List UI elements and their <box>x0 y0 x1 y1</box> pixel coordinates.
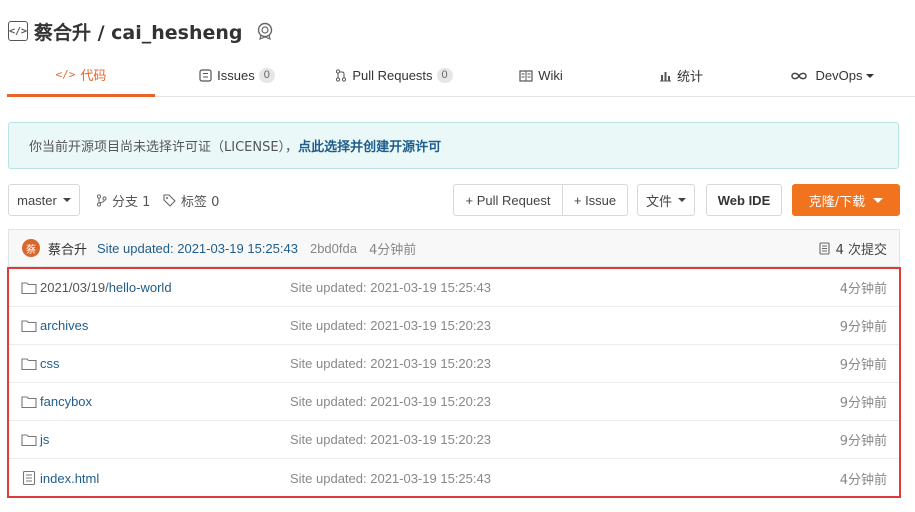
tag-icon <box>163 193 176 207</box>
file-commit-time: 9分钟前 <box>839 434 887 449</box>
create-license-link[interactable]: 点此选择并创建开源许可 <box>298 136 441 155</box>
file-commit-message[interactable]: Site updated: 2021-03-19 15:25:43 <box>290 471 491 486</box>
file-name-link[interactable]: 2021/03/19/hello-world <box>40 280 172 295</box>
chevron-down-icon <box>678 198 686 202</box>
stats-icon <box>659 70 672 82</box>
commits-icon <box>819 241 830 255</box>
repo-title[interactable]: 蔡合升 / cai_hesheng <box>34 18 243 45</box>
code-icon: </> <box>8 21 28 41</box>
tab-issues[interactable]: Issues 0 <box>155 54 319 97</box>
award-badge-icon[interactable] <box>255 21 275 41</box>
tab-wiki[interactable]: Wiki <box>469 54 613 97</box>
tab-label: Issues <box>217 68 255 83</box>
repo-toolbar: master 分支 1 标签 0 + Pull Request + Issue … <box>8 184 900 216</box>
file-name-link[interactable]: js <box>40 432 49 447</box>
commit-count: 4 次提交 <box>835 242 887 258</box>
commit-time: 4分钟前 <box>368 242 417 258</box>
branches-link[interactable]: 分支 1 <box>96 184 150 216</box>
branch-label: master <box>17 192 57 208</box>
code-icon: </> <box>55 67 76 81</box>
file-icon <box>21 470 37 486</box>
file-name-link[interactable]: fancybox <box>40 394 92 409</box>
file-path-prefix: 2021/03/19/ <box>40 280 109 295</box>
tab-devops[interactable]: DevOps <box>749 54 915 97</box>
list-item[interactable]: js Site updated: 2021-03-19 15:20:23 9分钟… <box>9 421 899 459</box>
folder-icon <box>21 356 37 372</box>
tab-code[interactable]: </> 代码 <box>7 54 155 97</box>
file-commit-message[interactable]: Site updated: 2021-03-19 15:25:43 <box>290 280 491 295</box>
file-name-link[interactable]: css <box>40 356 60 371</box>
file-commit-message[interactable]: Site updated: 2021-03-19 15:20:23 <box>290 394 491 409</box>
file-commit-message[interactable]: Site updated: 2021-03-19 15:20:23 <box>290 432 491 447</box>
count-badge: 0 <box>436 68 453 83</box>
latest-commit-bar: 蔡 蔡合升 Site updated: 2021-03-19 15:25:43 … <box>8 229 900 267</box>
file-commit-time: 9分钟前 <box>839 358 887 373</box>
issues-icon <box>199 69 212 82</box>
folder-icon <box>21 318 37 334</box>
chevron-down-icon <box>62 198 71 202</box>
list-item[interactable]: css Site updated: 2021-03-19 15:20:23 9分… <box>9 345 899 383</box>
branches-count: 分支 1 <box>112 194 151 210</box>
repo-tabs: </> 代码 Issues 0 Pull Requests 0 Wiki 统计 … <box>7 54 915 97</box>
tab-label: DevOps <box>815 68 863 83</box>
commit-count-link[interactable]: 4 次提交 <box>819 230 887 266</box>
tab-stats[interactable]: 统计 <box>613 54 749 97</box>
tags-link[interactable]: 标签 0 <box>163 184 219 216</box>
folder-icon <box>21 394 37 410</box>
file-commit-time: 4分钟前 <box>839 282 887 297</box>
notice-text: 你当前开源项目尚未选择许可证（LICENSE）， <box>29 140 299 155</box>
list-item[interactable]: fancybox Site updated: 2021-03-19 15:20:… <box>9 383 899 421</box>
avatar[interactable]: 蔡 <box>22 239 40 257</box>
web-ide-button[interactable]: Web IDE <box>706 184 782 216</box>
devops-icon <box>790 71 808 81</box>
list-item[interactable]: 2021/03/19/hello-world Site updated: 202… <box>9 269 899 307</box>
folder-icon <box>21 432 37 448</box>
count-badge: 0 <box>258 68 275 83</box>
new-issue-button[interactable]: + Issue <box>562 184 628 216</box>
tab-pull-requests[interactable]: Pull Requests 0 <box>319 54 469 97</box>
file-commit-message[interactable]: Site updated: 2021-03-19 15:20:23 <box>290 356 491 371</box>
commit-hash[interactable]: 2bd0fda <box>310 241 357 256</box>
chevron-down-icon <box>873 197 884 203</box>
files-dropdown[interactable]: 文件 <box>637 184 695 216</box>
list-item[interactable]: archives Site updated: 2021-03-19 15:20:… <box>9 307 899 345</box>
license-notice: 你当前开源项目尚未选择许可证（LICENSE）， 点此选择并创建开源许可 <box>8 122 899 169</box>
tab-label: 代码 <box>80 67 107 83</box>
file-name-link[interactable]: index.html <box>40 471 99 486</box>
tags-count: 标签 0 <box>181 194 220 210</box>
file-commit-time: 9分钟前 <box>839 396 887 411</box>
new-pull-request-button[interactable]: + Pull Request <box>453 184 563 216</box>
pull-request-icon <box>335 69 347 82</box>
file-name: hello-world <box>108 280 172 295</box>
files-label: 文件 <box>645 194 672 210</box>
commit-message[interactable]: Site updated: 2021-03-19 15:25:43 <box>97 241 298 256</box>
tab-label: Wiki <box>538 68 563 83</box>
file-commit-time: 4分钟前 <box>839 472 887 488</box>
clone-download-button[interactable]: 克隆/下载 <box>792 184 900 216</box>
chevron-down-icon <box>866 73 875 78</box>
file-list: 2021/03/19/hello-world Site updated: 202… <box>7 267 901 498</box>
wiki-icon <box>519 69 533 82</box>
file-name-link[interactable]: archives <box>40 318 88 333</box>
tab-label: 统计 <box>676 70 703 85</box>
repo-header: </> 蔡合升 / cai_hesheng <box>8 14 275 48</box>
tab-label: Pull Requests <box>352 68 433 83</box>
clone-label: 克隆/下载 <box>808 194 866 210</box>
folder-icon <box>21 280 37 296</box>
branch-select[interactable]: master <box>8 184 80 216</box>
branch-icon <box>96 193 107 207</box>
file-commit-time: 9分钟前 <box>839 320 887 335</box>
commit-author[interactable]: 蔡合升 <box>48 239 87 258</box>
list-item[interactable]: index.html Site updated: 2021-03-19 15:2… <box>9 459 899 497</box>
file-commit-message[interactable]: Site updated: 2021-03-19 15:20:23 <box>290 318 491 333</box>
